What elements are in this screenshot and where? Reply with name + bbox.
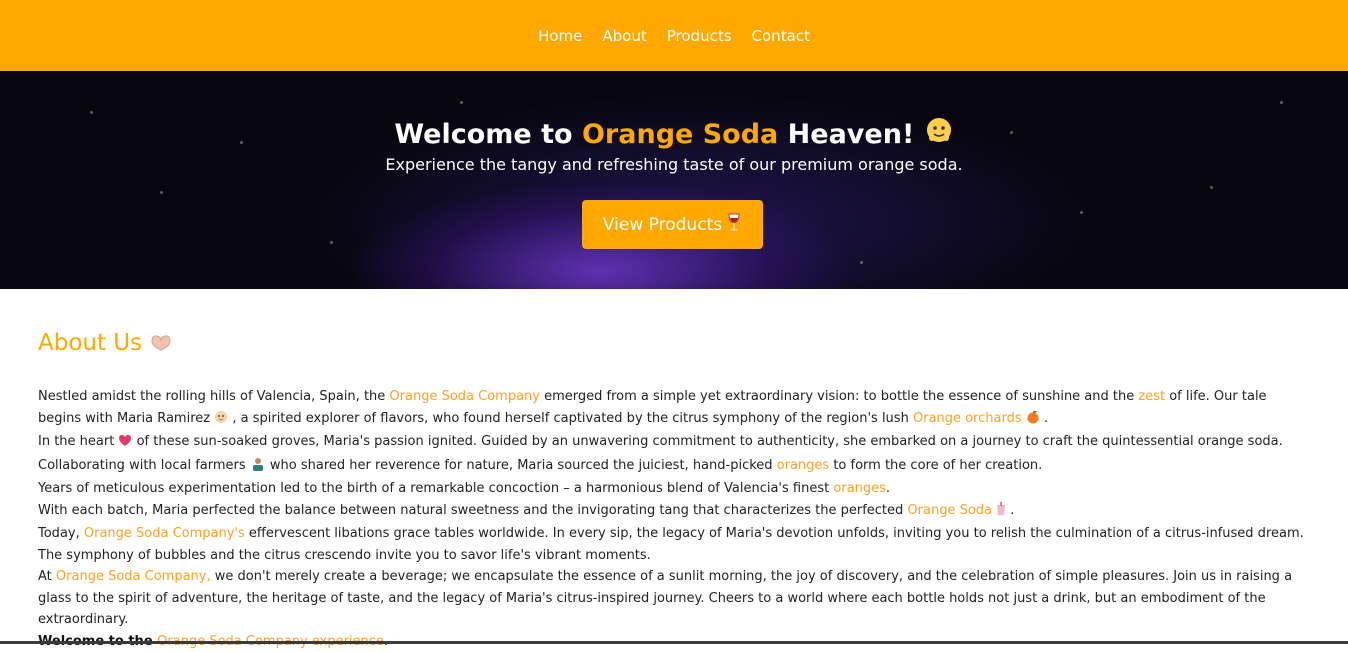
highlight-text: Orange Soda Company, xyxy=(56,569,211,584)
orange-fruit-icon xyxy=(1026,410,1040,432)
highlight-text: oranges xyxy=(833,481,886,496)
heart-icon xyxy=(118,433,132,455)
hero-title-accent: Orange Soda xyxy=(582,119,778,150)
view-products-label: View Products xyxy=(603,215,722,235)
star-decoration xyxy=(860,261,863,264)
star-decoration xyxy=(1080,211,1083,214)
about-heading: About Us xyxy=(38,330,1308,358)
text-span: to form the core of her creation. xyxy=(829,458,1042,473)
text-span: emerged from a simple yet extraordinary … xyxy=(540,389,1138,404)
about-paragraph: Collaborating with local farmers who sha… xyxy=(38,455,1308,479)
nav-link-about[interactable]: About xyxy=(602,27,646,45)
wine-glass-icon xyxy=(726,212,742,237)
text-span: . xyxy=(1006,503,1014,518)
text-span: With each batch, Maria perfected the bal… xyxy=(38,503,907,518)
baby-face-icon xyxy=(214,410,228,432)
hero-title-prefix: Welcome to xyxy=(394,119,582,150)
text-span: Nestled amidst the rolling hills of Vale… xyxy=(38,389,389,404)
hero-subtitle: Experience the tangy and refreshing tast… xyxy=(0,155,1348,174)
about-paragraph: Nestled amidst the rolling hills of Vale… xyxy=(38,386,1308,431)
highlight-text: Orange Soda xyxy=(907,503,992,518)
text-span: of these sun-soaked groves, Maria's pass… xyxy=(132,434,1282,449)
highlight-text: zest xyxy=(1138,389,1165,404)
text-span: Collaborating with local farmers xyxy=(38,458,250,473)
text-span: Years of meticulous experimentation led … xyxy=(38,481,833,496)
highlight-text: Orange orchards xyxy=(913,411,1022,426)
about-paragraph: At Orange Soda Company, we don't merely … xyxy=(38,566,1308,631)
hero-title: Welcome to Orange Soda Heaven! xyxy=(0,115,1348,152)
star-decoration xyxy=(90,111,93,114)
farmer-icon xyxy=(250,457,266,479)
about-section: About Us Nestled amidst the rolling hill… xyxy=(38,330,1308,652)
highlight-text: Orange Soda Company xyxy=(389,389,540,404)
star-decoration xyxy=(160,191,163,194)
about-body: Nestled amidst the rolling hills of Vale… xyxy=(38,386,1308,652)
highlight-text: Orange Soda Company's xyxy=(84,526,245,541)
highlight-text: oranges xyxy=(777,458,830,473)
about-paragraph: Today, Orange Soda Company's effervescen… xyxy=(38,523,1308,566)
text-span: . xyxy=(1040,411,1048,426)
about-paragraph: Years of meticulous experimentation led … xyxy=(38,478,1308,500)
text-span: we don't merely create a beverage; we en… xyxy=(38,569,1292,627)
text-span: At xyxy=(38,569,56,584)
hero-title-suffix: Heaven! xyxy=(778,119,914,150)
star-decoration xyxy=(460,101,463,104)
heart-hands-icon xyxy=(149,332,173,358)
nav-link-products[interactable]: Products xyxy=(667,27,732,45)
star-decoration xyxy=(330,241,333,244)
text-span: Today, xyxy=(38,526,84,541)
nav-link-contact[interactable]: Contact xyxy=(752,27,810,45)
top-navbar: Home About Products Contact xyxy=(0,0,1348,71)
text-span: who shared her reverence for nature, Mar… xyxy=(266,458,777,473)
star-decoration xyxy=(1210,186,1213,189)
text-span: , a spirited explorer of flavors, who fo… xyxy=(228,411,913,426)
about-paragraph: In the heart of these sun-soaked groves,… xyxy=(38,431,1308,455)
about-paragraph: With each batch, Maria perfected the bal… xyxy=(38,500,1308,524)
bubble-tea-icon xyxy=(996,502,1006,524)
about-heading-text: About Us xyxy=(38,330,142,356)
view-products-button[interactable]: View Products xyxy=(582,200,763,249)
text-span: . xyxy=(886,481,890,496)
blob-emoji-icon xyxy=(924,115,954,152)
text-span: In the heart xyxy=(38,434,118,449)
star-decoration xyxy=(1280,101,1283,104)
hero-banner: Welcome to Orange Soda Heaven! Experienc… xyxy=(0,71,1348,289)
nav-link-home[interactable]: Home xyxy=(538,27,582,45)
